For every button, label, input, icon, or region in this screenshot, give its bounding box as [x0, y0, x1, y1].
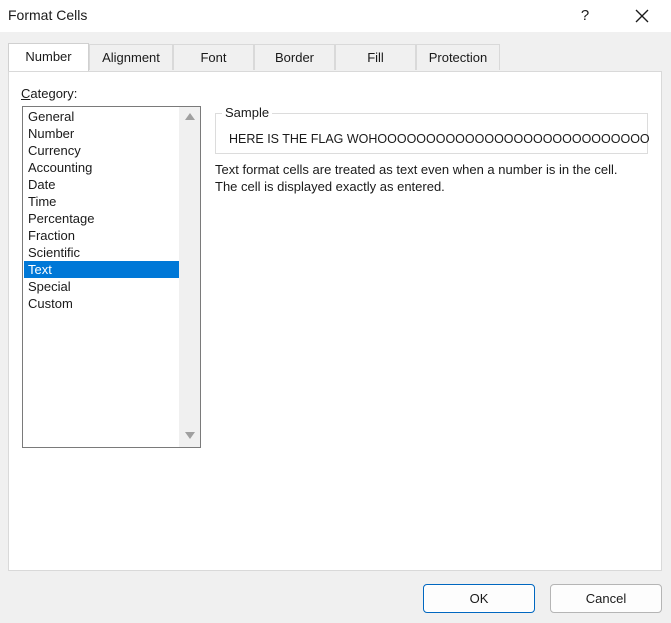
category-item-currency[interactable]: Currency [24, 142, 179, 159]
category-listbox[interactable]: General Number Currency Accounting Date … [22, 106, 201, 448]
category-item-scientific[interactable]: Scientific [24, 244, 179, 261]
category-item-text[interactable]: Text [24, 261, 179, 278]
category-item-special[interactable]: Special [24, 278, 179, 295]
category-item-date[interactable]: Date [24, 176, 179, 193]
window-title: Format Cells [8, 7, 88, 23]
description-line-2: The cell is displayed exactly as entered… [215, 179, 445, 194]
help-button[interactable]: ? [570, 4, 600, 28]
tab-fill[interactable]: Fill [335, 44, 416, 70]
number-tab-panel: Category: General Number Currency Accoun… [8, 71, 662, 571]
category-item-general[interactable]: General [24, 108, 179, 125]
category-label-text: ategory: [30, 86, 78, 101]
sample-group: Sample HERE IS THE FLAG WOHOOOOOOOOOOOOO… [215, 105, 650, 154]
category-item-number[interactable]: Number [24, 125, 179, 142]
category-item-time[interactable]: Time [24, 193, 179, 210]
sample-legend: Sample [222, 105, 273, 120]
description-line-1: Text format cells are treated as text ev… [215, 162, 618, 177]
scroll-down-arrow-icon[interactable] [185, 432, 195, 439]
category-label: Category: [21, 86, 77, 101]
dialog-body: Number Alignment Font Border Fill Protec… [0, 32, 671, 623]
category-list: General Number Currency Accounting Date … [24, 108, 179, 312]
close-icon [635, 9, 649, 23]
close-button[interactable] [625, 4, 659, 28]
cancel-button[interactable]: Cancel [550, 584, 662, 613]
tab-alignment[interactable]: Alignment [89, 44, 173, 70]
format-description: Text format cells are treated as text ev… [215, 161, 655, 195]
tab-border[interactable]: Border [254, 44, 335, 70]
sample-value: HERE IS THE FLAG WOHOOOOOOOOOOOOOOOOOOOO… [229, 132, 650, 146]
tab-number[interactable]: Number [8, 43, 89, 71]
tab-protection[interactable]: Protection [416, 44, 500, 70]
category-scrollbar[interactable] [179, 107, 200, 447]
category-item-accounting[interactable]: Accounting [24, 159, 179, 176]
scroll-up-arrow-icon[interactable] [185, 113, 195, 120]
category-label-accesskey: C [21, 86, 31, 101]
category-item-custom[interactable]: Custom [24, 295, 179, 312]
category-item-percentage[interactable]: Percentage [24, 210, 179, 227]
title-bar: Format Cells ? [0, 0, 671, 32]
category-item-fraction[interactable]: Fraction [24, 227, 179, 244]
ok-button[interactable]: OK [423, 584, 535, 613]
tab-font[interactable]: Font [173, 44, 254, 70]
